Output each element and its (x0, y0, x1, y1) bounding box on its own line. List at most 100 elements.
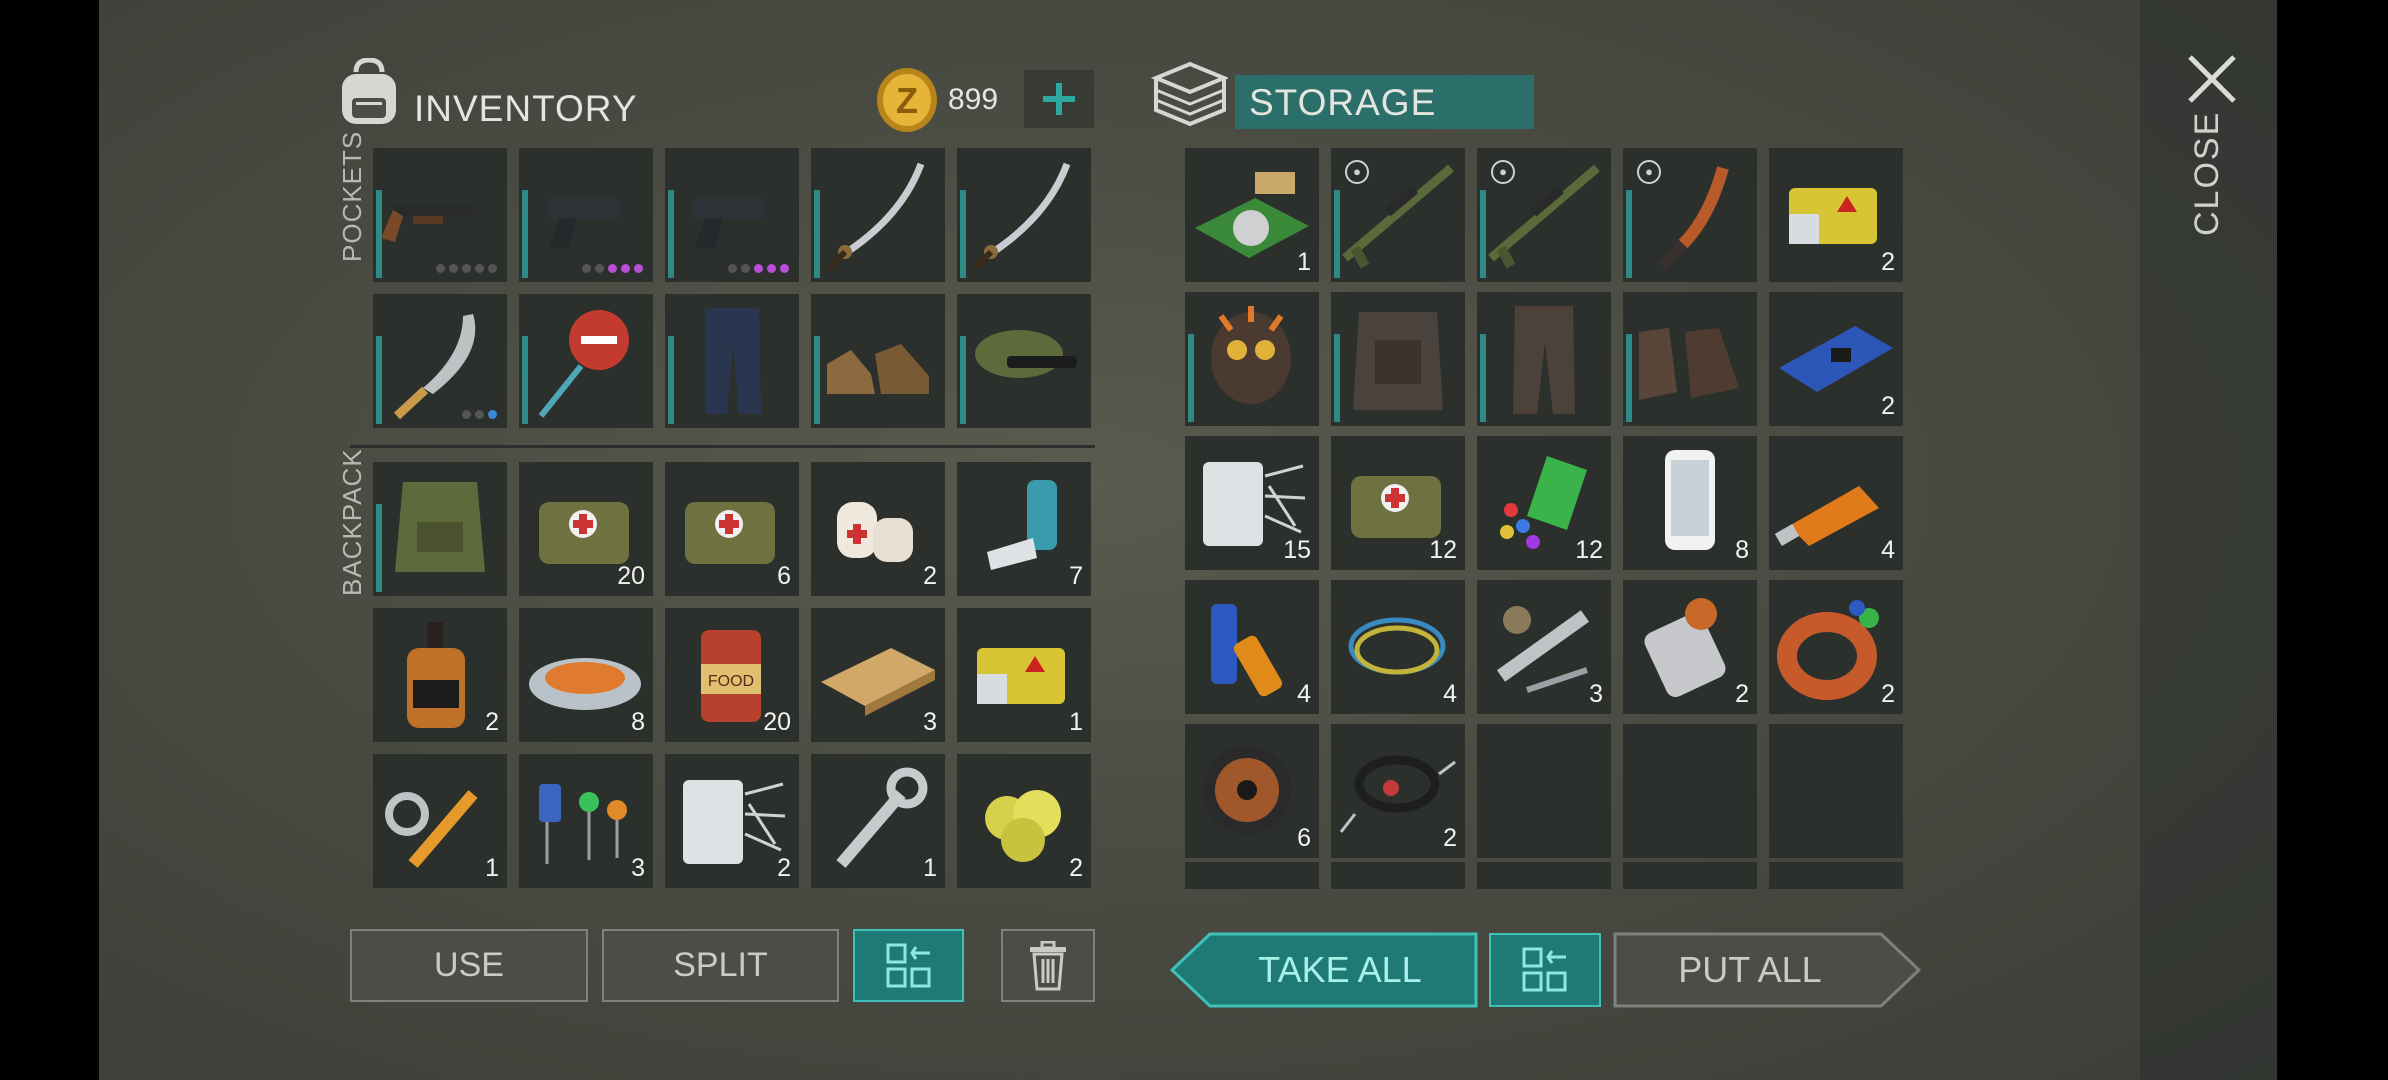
backpack-icon (342, 58, 396, 124)
sort-grid-icon (886, 943, 930, 987)
item-slot-stop-sign[interactable] (519, 294, 653, 428)
split-button[interactable]: SPLIT (602, 929, 839, 1002)
item-slot-flame-knife[interactable]: ● (1623, 148, 1757, 282)
item-slot-batteries[interactable]: 4 (1185, 580, 1319, 714)
pistol-icon (693, 198, 765, 248)
use-button[interactable]: USE (350, 929, 588, 1002)
katana-icon (826, 162, 925, 271)
item-quantity: 3 (923, 708, 937, 736)
upgrade-dots (462, 410, 497, 419)
item-quantity: 8 (631, 708, 645, 736)
item-slot-crayons[interactable]: 12 (1477, 436, 1611, 570)
item-slot-machete[interactable] (373, 294, 507, 428)
item-slot-medkit[interactable]: 20 (519, 462, 653, 596)
storage-row-partial (1185, 862, 1907, 889)
item-slot-electronic-components[interactable]: 3 (519, 754, 653, 888)
upgrade-dots (582, 264, 643, 273)
item-slot-hydraulic-parts[interactable]: 1 (373, 754, 507, 888)
item-slot-armor-boots[interactable] (1623, 292, 1757, 426)
inventory-sort-button[interactable] (853, 929, 964, 1002)
pants-icon (705, 308, 761, 414)
item-slot-pistol[interactable] (519, 148, 653, 282)
item-quantity: 1 (1297, 248, 1311, 276)
item-slot-fiberglass[interactable]: 15 (1185, 436, 1319, 570)
item-quantity: 3 (1589, 680, 1603, 708)
item-slot-copper-toroid[interactable]: 2 (1769, 580, 1903, 714)
machete-icon (393, 314, 476, 420)
item-slot-battery-box[interactable]: 2 (1769, 148, 1903, 282)
backpack-label: BACKPACK (337, 448, 367, 596)
trash-button[interactable] (1001, 929, 1095, 1002)
take-all-label[interactable]: TAKE ALL (1215, 932, 1465, 1008)
item-slot-copper-spool[interactable]: 6 (1185, 724, 1319, 858)
item-slot-medkit[interactable]: 12 (1331, 436, 1465, 570)
item-slot-sulfur[interactable]: 2 (957, 754, 1091, 888)
item-slot-circuit-board[interactable]: 2 (1769, 292, 1903, 426)
item-slot-cables[interactable]: 2 (1331, 724, 1465, 858)
item-slot-armor-vest[interactable] (1331, 292, 1465, 426)
tactical-vest-icon (395, 482, 485, 572)
item-slot-wire-coil[interactable]: 4 (1331, 580, 1465, 714)
item-quantity: 1 (923, 854, 937, 882)
item-quantity: 2 (1881, 680, 1895, 708)
item-slot-katana[interactable] (811, 148, 945, 282)
plus-icon (1043, 83, 1075, 115)
item-slot-fiberglass[interactable]: 2 (665, 754, 799, 888)
item-quantity: 1 (485, 854, 499, 882)
close-icon[interactable] (2186, 53, 2238, 105)
armor-boots-icon (1639, 328, 1739, 400)
item-slot-shotgun[interactable] (373, 148, 507, 282)
sort-grid-icon (1522, 947, 1567, 992)
item-slot-wood-plank[interactable]: 3 (811, 608, 945, 742)
item-slot-circuit-sensor[interactable]: 1 (1185, 148, 1319, 282)
storage-sort-button[interactable] (1489, 933, 1601, 1007)
item-slot-wrench[interactable]: 1 (811, 754, 945, 888)
section-divider (350, 445, 1095, 448)
item-slot-camo-cap[interactable] (957, 294, 1091, 428)
item-quantity: 2 (485, 708, 499, 736)
camo-cap-icon (975, 330, 1077, 378)
item-quantity: 15 (1283, 536, 1311, 564)
item-slot-smartphone[interactable]: 8 (1623, 436, 1757, 570)
item-quantity: 8 (1735, 536, 1749, 564)
put-all-label[interactable]: PUT ALL (1620, 932, 1880, 1008)
item-slot-bandage[interactable]: 2 (811, 462, 945, 596)
trash-icon (1030, 940, 1066, 990)
item-slot-motor-tools[interactable]: 3 (1477, 580, 1611, 714)
katana-icon (972, 162, 1071, 271)
item-slot-battery-box[interactable]: 1 (957, 608, 1091, 742)
item-slot-pistol[interactable] (665, 148, 799, 282)
empty-slot[interactable] (1477, 724, 1611, 858)
item-slot-usb-drive[interactable]: 4 (1769, 436, 1903, 570)
item-slot-katana[interactable] (957, 148, 1091, 282)
pockets-label: POCKETS (337, 130, 367, 262)
item-quantity: 2 (1881, 248, 1895, 276)
coin-balance: 899 (948, 83, 999, 116)
item-quantity: 2 (1735, 680, 1749, 708)
item-slot-canned-food[interactable]: FOOD 20 (665, 608, 799, 742)
coin-icon: Z (877, 68, 937, 132)
item-slot-medkit[interactable]: 6 (665, 462, 799, 596)
item-slot-gas-mask[interactable] (1185, 292, 1319, 426)
item-slot-sniper-rifle[interactable]: ● (1331, 148, 1465, 282)
protected-icon: ● (1345, 160, 1369, 184)
item-slot-armor-pants[interactable] (1477, 292, 1611, 426)
protected-icon: ● (1491, 160, 1515, 184)
close-label[interactable]: CLOSE (2188, 111, 2227, 236)
item-quantity: 20 (617, 562, 645, 590)
item-slot-pants[interactable] (665, 294, 799, 428)
item-slot-electric-motor[interactable]: 2 (1623, 580, 1757, 714)
item-slot-inhaler[interactable]: 7 (957, 462, 1091, 596)
item-slot-tactical-vest[interactable] (373, 462, 507, 596)
empty-slot[interactable] (1623, 724, 1757, 858)
item-slot-boots[interactable] (811, 294, 945, 428)
item-slot-stew[interactable]: 8 (519, 608, 653, 742)
item-slot-sniper-rifle[interactable]: ● (1477, 148, 1611, 282)
shotgun-icon (381, 206, 473, 242)
empty-slot[interactable] (1769, 724, 1903, 858)
item-quantity: 4 (1443, 680, 1457, 708)
item-slot-whiskey[interactable]: 2 (373, 608, 507, 742)
item-quantity: 2 (923, 562, 937, 590)
add-coins-button[interactable] (1024, 70, 1094, 128)
item-quantity: 12 (1429, 536, 1457, 564)
